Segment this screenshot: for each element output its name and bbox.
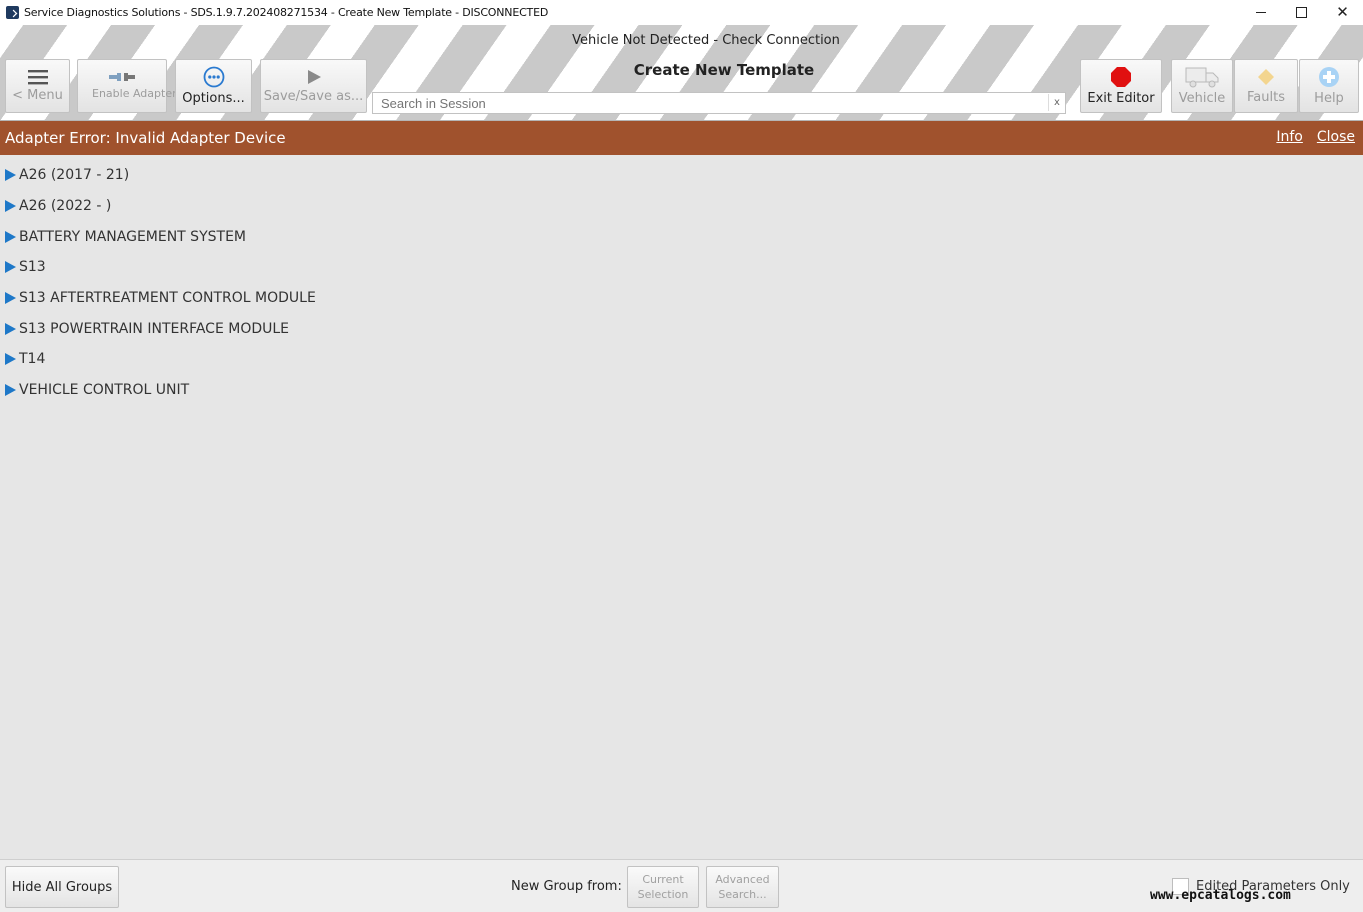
faults-button[interactable]: Faults xyxy=(1234,59,1298,113)
main-toolbar: Vehicle Not Detected - Check Connection … xyxy=(0,25,1363,121)
watermark-text: www.epcatalogs.com xyxy=(1150,888,1291,903)
vehicle-label: Vehicle xyxy=(1178,91,1226,106)
options-label: Options... xyxy=(182,91,245,106)
help-label: Help xyxy=(1314,91,1344,106)
expand-triangle-icon[interactable] xyxy=(5,353,16,366)
enable-adapter-label: Enable Adapter xyxy=(92,87,177,100)
error-message: Adapter Error: Invalid Adapter Device xyxy=(5,129,286,147)
current-selection-button[interactable]: Current Selection xyxy=(627,866,699,908)
tree-item[interactable]: A26 (2022 - ) xyxy=(0,191,316,222)
search-clear-button[interactable]: x xyxy=(1048,94,1065,111)
tree-item[interactable]: S13 AFTERTREATMENT CONTROL MODULE xyxy=(0,283,316,314)
enable-adapter-button[interactable]: Enable Adapter xyxy=(77,59,177,113)
tree-item[interactable]: S13 POWERTRAIN INTERFACE MODULE xyxy=(0,313,316,344)
expand-triangle-icon[interactable] xyxy=(5,322,16,335)
adapter-error-banner: Adapter Error: Invalid Adapter Device In… xyxy=(0,121,1363,155)
play-icon xyxy=(307,70,321,84)
help-icon xyxy=(1319,67,1339,87)
banner-links: Info Close xyxy=(1276,129,1355,145)
options-icon xyxy=(203,66,224,88)
group-tree: A26 (2017 - 21) A26 (2022 - ) BATTERY MA… xyxy=(0,160,316,406)
tree-item-label: T14 xyxy=(19,351,46,368)
save-label: Save/Save as... xyxy=(263,89,364,104)
bottom-bar: Hide All Groups New Group from: Current … xyxy=(0,859,1363,912)
hide-all-groups-button[interactable]: Hide All Groups xyxy=(5,866,119,908)
window-title: Service Diagnostics Solutions - SDS.1.9.… xyxy=(24,6,549,19)
tree-item[interactable]: VEHICLE CONTROL UNIT xyxy=(0,375,316,406)
tree-item[interactable]: T14 xyxy=(0,344,316,375)
options-button[interactable]: Options... xyxy=(175,59,252,113)
expand-triangle-icon[interactable] xyxy=(5,169,16,182)
tree-item[interactable]: BATTERY MANAGEMENT SYSTEM xyxy=(0,221,316,252)
tree-item-label: A26 (2017 - 21) xyxy=(19,167,130,184)
warning-diamond-icon xyxy=(1258,69,1274,85)
menu-button[interactable]: < Menu xyxy=(5,59,70,113)
plug-icon xyxy=(109,73,135,81)
close-icon: ✕ xyxy=(1336,3,1349,21)
app-logo-icon xyxy=(6,6,19,19)
faults-label: Faults xyxy=(1247,90,1285,105)
window-controls: ✕ xyxy=(1240,0,1363,25)
help-button[interactable]: Help xyxy=(1299,59,1359,113)
minimize-icon xyxy=(1255,12,1266,13)
expand-triangle-icon[interactable] xyxy=(5,261,16,274)
close-banner-link[interactable]: Close xyxy=(1317,129,1355,145)
expand-triangle-icon[interactable] xyxy=(5,384,16,397)
info-link[interactable]: Info xyxy=(1276,129,1303,145)
save-button[interactable]: Save/Save as... xyxy=(260,59,367,113)
tree-item-label: S13 AFTERTREATMENT CONTROL MODULE xyxy=(19,290,316,307)
new-group-label: New Group from: xyxy=(511,879,622,894)
expand-triangle-icon[interactable] xyxy=(5,292,16,305)
exit-editor-label: Exit Editor xyxy=(1087,91,1155,106)
tree-item[interactable]: A26 (2017 - 21) xyxy=(0,160,316,191)
tree-item[interactable]: S13 xyxy=(0,252,316,283)
maximize-icon xyxy=(1296,7,1307,18)
tree-item-label: S13 xyxy=(19,259,46,276)
advanced-search-button[interactable]: Advanced Search... xyxy=(706,866,779,908)
minimize-button[interactable] xyxy=(1240,0,1281,25)
vehicle-button[interactable]: Vehicle xyxy=(1171,59,1233,113)
window-titlebar: Service Diagnostics Solutions - SDS.1.9.… xyxy=(0,0,1363,25)
menu-button-label: < Menu xyxy=(12,88,63,103)
stop-sign-icon xyxy=(1111,67,1131,87)
tree-item-label: BATTERY MANAGEMENT SYSTEM xyxy=(19,228,246,245)
hamburger-icon xyxy=(27,70,48,85)
connection-status: Vehicle Not Detected - Check Connection xyxy=(572,33,840,48)
search-input[interactable] xyxy=(372,92,1066,114)
expand-triangle-icon[interactable] xyxy=(5,200,16,213)
exit-editor-button[interactable]: Exit Editor xyxy=(1080,59,1162,113)
truck-icon xyxy=(1185,67,1219,88)
tree-item-label: VEHICLE CONTROL UNIT xyxy=(19,382,190,399)
expand-triangle-icon[interactable] xyxy=(5,230,16,243)
tree-item-label: A26 (2022 - ) xyxy=(19,198,112,215)
maximize-button[interactable] xyxy=(1281,0,1322,25)
close-window-button[interactable]: ✕ xyxy=(1322,0,1363,25)
tree-item-label: S13 POWERTRAIN INTERFACE MODULE xyxy=(19,320,290,337)
